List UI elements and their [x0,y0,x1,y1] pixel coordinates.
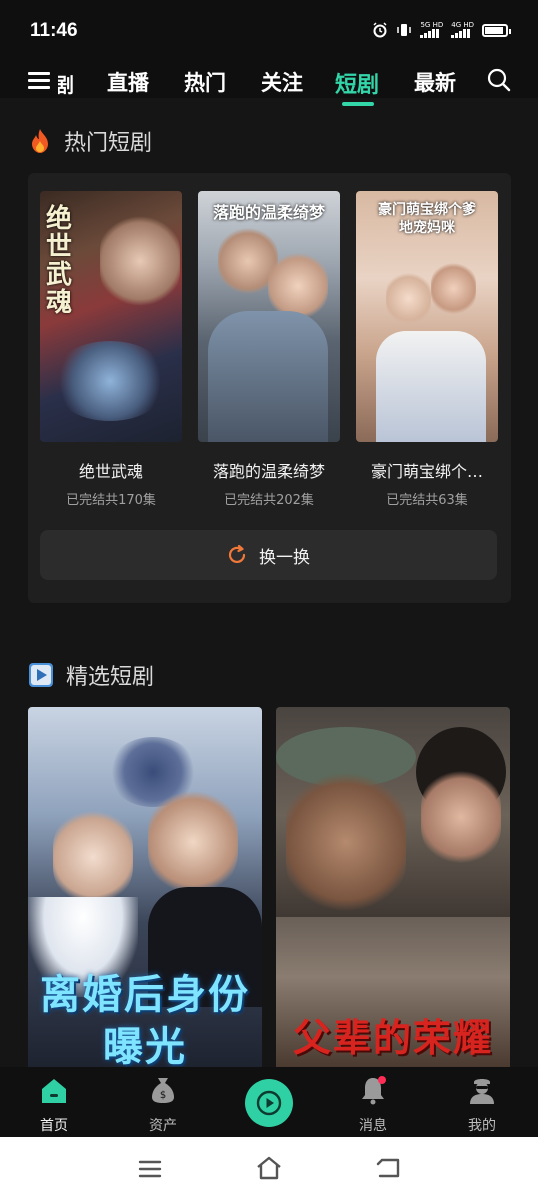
center-play-button[interactable] [245,1079,293,1127]
status-time: 11:46 [30,20,78,41]
bottom-nav: 首页 $ 资产 消息 我的 [0,1067,538,1137]
drama-title-2[interactable]: 落跑的温柔绮梦 [198,458,340,482]
drama-poster-3-text: 豪门萌宝绑个爹地宠妈咪 [378,202,476,236]
drama-poster-3[interactable]: 豪门萌宝绑个爹地宠妈咪 [356,191,498,442]
network-5g: 5G HD [420,22,443,38]
battery-icon [482,23,511,37]
play-circle-icon [256,1090,282,1116]
drama-status-3: 已完结共63集 [386,493,468,508]
drama-poster-2[interactable]: 落跑的温柔绮梦 [198,191,340,442]
alarm-icon [373,22,387,38]
featured-section-title: 精选短剧 [66,665,155,690]
tab-partial[interactable]: 剧 [58,69,74,98]
network-4g-label: 4G HD [451,21,474,29]
nav-home-label: 首页 [40,1118,68,1134]
network-5g-label: 5G HD [420,21,444,29]
drama-title-1[interactable]: 绝世武魂 [40,458,182,482]
search-icon[interactable] [487,68,511,92]
network-4g: 4G HD [451,22,474,38]
nav-assets-label: 资产 [149,1118,177,1134]
nav-home[interactable]: 首页 [24,1075,84,1135]
tab-follow[interactable]: 关注 [261,67,303,97]
drama-status-1: 已完结共170集 [66,493,156,508]
drama-title-3[interactable]: 豪门萌宝绑个… [356,458,498,482]
featured-poster-1[interactable]: 离婚后身份曝光 [28,707,262,1067]
hot-drama-card: 绝世武魂 落跑的温柔绮梦 豪门萌宝绑个爹地宠妈咪 绝世武魂 落跑的温柔绮梦 豪门… [28,173,511,603]
nav-profile[interactable]: 我的 [452,1075,512,1135]
recent-apps-icon[interactable] [138,1159,162,1179]
play-square-icon [29,663,53,687]
tab-hot[interactable]: 热门 [184,67,226,97]
nav-messages[interactable]: 消息 [343,1075,403,1135]
home-system-icon[interactable] [255,1155,283,1181]
featured-section-header: 精选短剧 [28,659,154,691]
nav-profile-label: 我的 [468,1118,496,1134]
status-bar: 11:46 5G HD 4G HD [0,0,538,62]
featured-poster-1-text: 离婚后身份曝光 [40,972,250,1067]
refresh-icon [228,545,246,564]
svg-text:$: $ [160,1090,166,1101]
system-nav-bar [0,1137,538,1200]
status-icons: 5G HD 4G HD [372,22,511,38]
back-icon[interactable] [376,1157,402,1179]
tab-indicator [342,102,374,106]
tab-short-drama[interactable]: 短剧 [335,67,379,99]
hot-section-title: 热门短剧 [64,131,153,156]
home-icon [42,1079,66,1103]
nav-assets[interactable]: $ 资产 [133,1075,193,1135]
tab-live[interactable]: 直播 [107,67,149,97]
bell-icon [362,1076,386,1105]
tab-latest[interactable]: 最新 [414,67,456,97]
drama-poster-2-text: 落跑的温柔绮梦 [212,203,325,222]
refresh-button[interactable]: 换一换 [40,530,497,580]
menu-icon[interactable] [28,72,50,90]
refresh-label: 换一换 [259,547,310,568]
vibrate-icon [397,24,412,36]
hot-section-header: 热门短剧 [28,125,152,157]
drama-poster-1-text: 绝世武魂 [46,204,73,318]
user-icon [470,1079,494,1104]
drama-status-2: 已完结共202集 [224,493,314,508]
drama-poster-1[interactable]: 绝世武魂 [40,191,182,442]
featured-poster-2[interactable]: 父辈的荣耀 [276,707,510,1067]
nav-messages-label: 消息 [359,1118,387,1134]
money-bag-icon: $ [152,1078,174,1103]
fire-icon [32,129,48,153]
top-nav: 剧 直播 热门 关注 短剧 最新 [0,62,538,106]
featured-poster-2-text: 父辈的荣耀 [292,1016,493,1060]
